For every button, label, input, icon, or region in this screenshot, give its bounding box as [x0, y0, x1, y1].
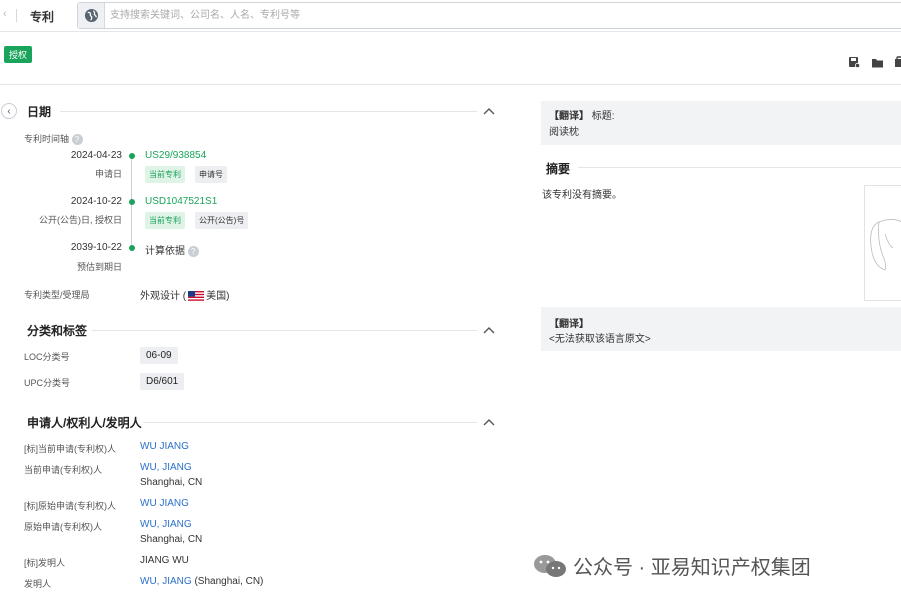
back-glyph[interactable]: ‹ — [3, 8, 7, 20]
drawing-thumbnail[interactable] — [864, 185, 901, 301]
party-name-link[interactable]: WU, JIANG — [140, 462, 192, 473]
folder-icon[interactable] — [870, 55, 884, 69]
translate-tag[interactable]: 【翻译】 — [549, 111, 589, 122]
patent-type-label: 专利类型/受理局 — [24, 290, 90, 300]
toolbar — [847, 55, 901, 69]
copy-icon[interactable] — [893, 55, 901, 69]
publication-number-link[interactable]: USD1047521S1 — [145, 196, 217, 207]
chevron-up-icon[interactable] — [482, 417, 496, 427]
abstract-translation-box: 【翻译】 <无法获取该语言原文> — [541, 307, 901, 351]
party-label: [标]发明人 — [24, 558, 66, 568]
tag-current-patent: 当前专利 — [145, 212, 185, 229]
section-title-classification: 分类和标签 — [27, 324, 88, 338]
tag-application-number: 申请号 — [195, 166, 227, 183]
timeline-date: 2024-04-23 — [70, 150, 122, 161]
status-bar: 授权 — [0, 33, 901, 85]
translate-tag[interactable]: 【翻译】 — [549, 315, 589, 330]
title-translation-line: 【翻译】 标题: — [549, 111, 615, 122]
chevron-up-icon[interactable] — [482, 325, 496, 335]
timeline-label: 专利时间轴 ? — [24, 132, 83, 146]
divider — [16, 9, 17, 22]
wechat-icon — [534, 554, 566, 577]
party-label: 当前申请(专利权)人 — [24, 465, 102, 475]
section-divider — [143, 422, 477, 423]
section-label[interactable]: 专利 — [30, 8, 54, 25]
loc-code[interactable]: 06-09 — [140, 347, 178, 364]
application-number-link[interactable]: US29/938854 — [145, 150, 206, 161]
status-badge: 授权 — [4, 46, 33, 63]
title-translation-box: 【翻译】 标题: 阅读枕 — [541, 101, 901, 145]
tag-current-patent: 当前专利 — [145, 166, 185, 183]
title-value: 阅读枕 — [549, 127, 579, 138]
timeline-date-label: 申请日 — [94, 169, 122, 179]
section-divider — [578, 167, 901, 168]
top-bar: ‹ 专利 — [0, 0, 901, 32]
party-name-link[interactable]: WU, JIANG — [140, 576, 192, 587]
section-divider — [92, 330, 477, 331]
inventor-name: JIANG WU — [140, 555, 189, 566]
abstract-text: 该专利没有摘要。 — [542, 190, 622, 201]
timeline-dot — [129, 199, 135, 205]
section-title-parties: 申请人/权利人/发明人 — [27, 416, 142, 430]
loc-label: LOC分类号 — [24, 352, 70, 362]
chevron-up-icon[interactable] — [482, 106, 496, 116]
timeline-date: 2039-10-22 — [70, 242, 122, 253]
party-location: Shanghai, CN — [140, 534, 203, 545]
abstract-title: 摘要 — [546, 162, 571, 176]
patent-type-value: 外观设计 (美国) — [140, 291, 230, 302]
timeline-date-label: 公开(公告)日, 授权日 — [39, 215, 122, 225]
globe-icon[interactable] — [78, 3, 105, 28]
upc-code[interactable]: D6/601 — [140, 373, 185, 390]
calculation-basis: 计算依据 ? — [145, 242, 199, 257]
save-icon[interactable] — [847, 55, 861, 69]
tag-publication-number: 公开(公告)号 — [195, 212, 249, 229]
us-flag-icon — [188, 291, 205, 302]
collapse-panel-button[interactable]: ‹ — [1, 103, 17, 119]
timeline-date-label: 预估到期日 — [76, 262, 122, 272]
timeline-dot — [129, 153, 135, 159]
timeline-dot — [129, 245, 135, 251]
search-box[interactable] — [77, 2, 901, 29]
help-icon[interactable]: ? — [71, 134, 83, 146]
party-label: [标]原始申请(专利权)人 — [24, 501, 116, 511]
help-icon[interactable]: ? — [187, 245, 199, 257]
party-label: [标]当前申请(专利权)人 — [24, 444, 116, 454]
party-label: 发明人 — [24, 579, 52, 589]
party-name-link[interactable]: WU, JIANG — [140, 519, 192, 530]
no-source-text: <无法获取该语言原文> — [549, 334, 651, 345]
party-location: Shanghai, CN — [140, 477, 203, 488]
party-name-link[interactable]: WU JIANG — [140, 441, 189, 452]
party-label: 原始申请(专利权)人 — [24, 522, 102, 532]
party-name-link[interactable]: WU JIANG — [140, 498, 189, 509]
upc-label: UPC分类号 — [24, 378, 71, 388]
section-divider — [60, 111, 477, 112]
inventor-entry: WU, JIANG (Shanghai, CN) — [140, 576, 264, 587]
watermark: 公众号 · 亚易知识产权集团 — [533, 551, 811, 580]
search-input[interactable] — [110, 7, 890, 24]
section-title-dates: 日期 — [27, 105, 52, 119]
timeline-date: 2024-10-22 — [70, 196, 122, 207]
